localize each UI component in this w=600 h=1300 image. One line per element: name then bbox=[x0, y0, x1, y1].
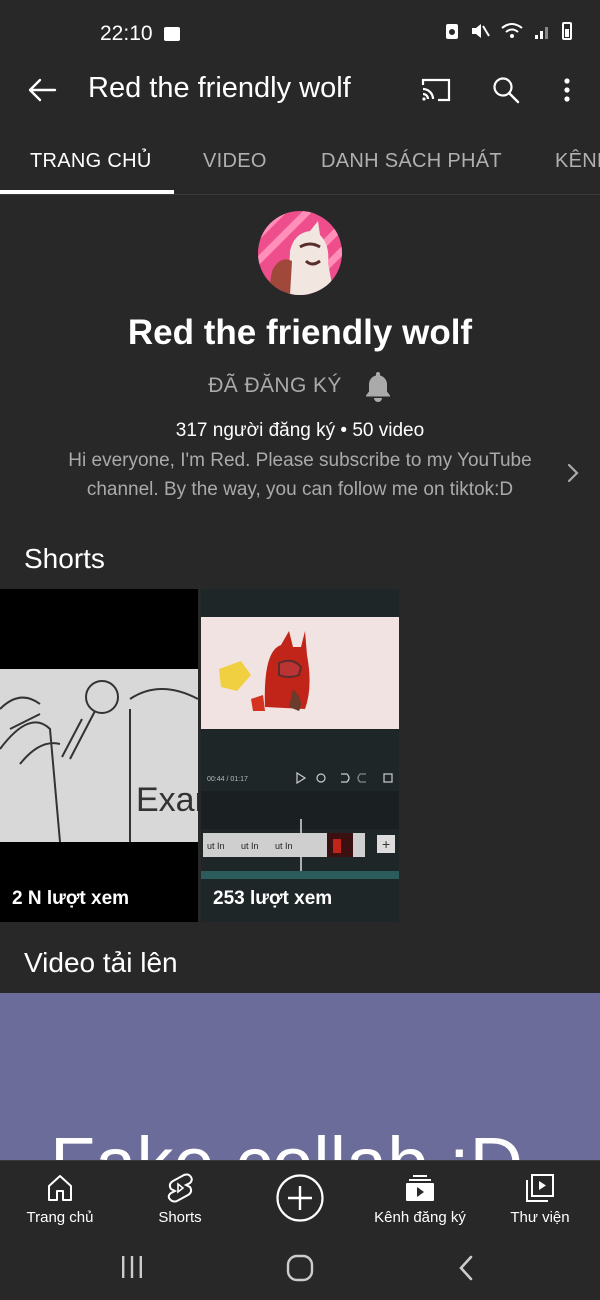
nav-create[interactable] bbox=[240, 1161, 360, 1243]
short-card[interactable]: Exan 2 N lượt xem bbox=[0, 589, 198, 922]
short-thumbnail-sketch: Exan bbox=[0, 589, 198, 922]
video-thumbnail[interactable]: Fake collab :D bbox=[0, 993, 600, 1163]
tab-videos[interactable]: VIDEO bbox=[203, 150, 267, 173]
battery-icon bbox=[562, 22, 572, 40]
bottom-navigation: Trang chủ Shorts Kênh đăng ký Thư viện bbox=[0, 1160, 600, 1243]
home-icon bbox=[48, 1175, 72, 1201]
mute-icon bbox=[472, 24, 490, 38]
search-icon bbox=[493, 77, 520, 104]
back-button[interactable] bbox=[22, 72, 62, 108]
tab-playlists[interactable]: DANH SÁCH PHÁT bbox=[321, 150, 502, 173]
gallery-notification-icon bbox=[164, 27, 180, 41]
recent-apps-button[interactable] bbox=[118, 1254, 146, 1280]
subscribe-row: ĐÃ ĐĂNG KÝ bbox=[0, 370, 600, 402]
clip-label: ut In bbox=[241, 841, 259, 851]
notification-bell-icon[interactable] bbox=[364, 370, 392, 402]
tab-channels[interactable]: KÊNH bbox=[555, 150, 600, 173]
nav-library-label: Thư viện bbox=[510, 1209, 570, 1226]
nav-subscriptions[interactable]: Kênh đăng ký bbox=[360, 1161, 480, 1243]
recent-apps-icon bbox=[122, 1256, 142, 1278]
svg-text:+: + bbox=[382, 836, 390, 852]
signal-icon bbox=[535, 27, 548, 39]
cast-icon bbox=[421, 78, 451, 102]
nav-home[interactable]: Trang chủ bbox=[0, 1161, 120, 1243]
nav-shorts-label: Shorts bbox=[158, 1209, 202, 1226]
cast-button[interactable] bbox=[416, 72, 456, 108]
subscribed-button[interactable]: ĐÃ ĐĂNG KÝ bbox=[208, 374, 342, 398]
chevron-right-icon bbox=[567, 463, 579, 483]
app-bar-title: Red the friendly wolf bbox=[88, 72, 351, 104]
editor-timestamp: 00:44 / 01:17 bbox=[207, 776, 248, 783]
clip-label: ut In bbox=[275, 841, 293, 851]
more-vertical-icon bbox=[564, 78, 570, 102]
nav-library[interactable]: Thư viện bbox=[480, 1161, 600, 1243]
nav-shorts[interactable]: Shorts bbox=[120, 1161, 240, 1243]
tab-home[interactable]: TRANG CHỦ bbox=[30, 150, 152, 173]
sketch-text: Exan bbox=[136, 781, 198, 819]
status-icons bbox=[444, 22, 572, 40]
subscriptions-icon bbox=[406, 1175, 434, 1201]
nav-subscriptions-label: Kênh đăng ký bbox=[374, 1209, 466, 1226]
shorts-section-title: Shorts bbox=[24, 543, 105, 574]
short-thumbnail-editor: 00:44 / 01:17 ut In ut In ut In + bbox=[201, 589, 399, 922]
short-card[interactable]: 00:44 / 01:17 ut In ut In ut In + 253 lư… bbox=[201, 589, 399, 922]
search-button[interactable] bbox=[486, 72, 526, 108]
library-icon bbox=[526, 1174, 554, 1202]
short-views: 2 N lượt xem bbox=[12, 888, 130, 909]
status-bar: 22:10 bbox=[0, 0, 600, 66]
system-navigation-bar bbox=[0, 1242, 600, 1300]
channel-description[interactable]: Hi everyone, I'm Red. Please subscribe t… bbox=[40, 446, 560, 504]
shorts-icon bbox=[167, 1173, 193, 1203]
back-system-button[interactable] bbox=[456, 1254, 476, 1282]
back-chevron-icon bbox=[459, 1255, 473, 1281]
channel-stats: 317 người đăng ký • 50 video bbox=[175, 420, 425, 441]
wifi-icon bbox=[501, 23, 523, 38]
tabs-divider bbox=[0, 194, 600, 195]
home-system-button[interactable] bbox=[285, 1253, 315, 1283]
home-circle-icon bbox=[286, 1254, 314, 1282]
channel-tabs: TRANG CHỦ VIDEO DANH SÁCH PHÁT KÊNH bbox=[0, 132, 600, 194]
clip-label: ut In bbox=[207, 841, 225, 851]
channel-name: Red the friendly wolf bbox=[127, 313, 473, 352]
add-icon bbox=[276, 1174, 324, 1222]
uploads-section-title: Video tải lên bbox=[24, 947, 178, 978]
avatar-art bbox=[258, 211, 342, 295]
video-thumbnail-text: Fake collab :D bbox=[50, 1121, 523, 1163]
more-options-button[interactable] bbox=[552, 72, 582, 108]
description-expand-button[interactable] bbox=[566, 462, 580, 489]
recycle-battery-icon bbox=[446, 24, 458, 39]
status-time: 22:10 bbox=[100, 22, 153, 45]
channel-avatar[interactable] bbox=[258, 211, 342, 295]
nav-home-label: Trang chủ bbox=[26, 1209, 94, 1226]
short-views: 253 lượt xem bbox=[213, 888, 333, 909]
back-arrow-icon bbox=[28, 78, 57, 102]
